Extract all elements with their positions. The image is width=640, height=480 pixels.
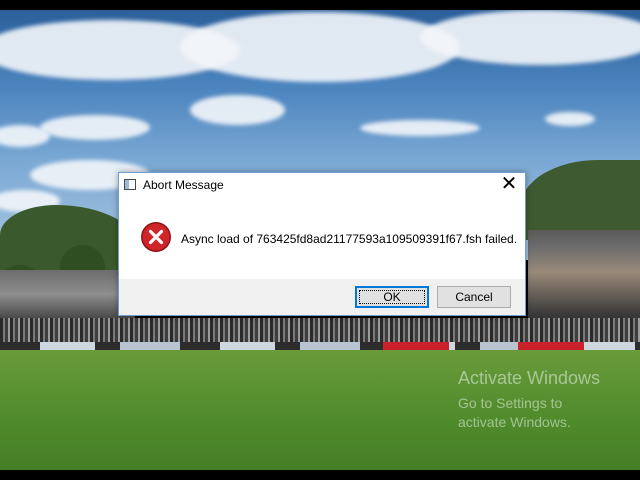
- ok-button-label: OK: [383, 290, 401, 304]
- watermark-line2: activate Windows.: [458, 414, 571, 430]
- watermark-line1: Go to Settings to: [458, 395, 563, 411]
- ad-board-red: [518, 342, 584, 350]
- close-button[interactable]: ✕: [493, 173, 525, 197]
- cloud: [545, 112, 595, 126]
- crowd: [0, 318, 640, 342]
- dialog-title: Abort Message: [143, 178, 224, 192]
- cloud: [190, 95, 285, 125]
- activate-windows-watermark: Activate Windows Go to Settings to activ…: [458, 368, 600, 432]
- cloud: [0, 125, 50, 147]
- window-app-icon: [124, 179, 136, 190]
- cloud: [40, 115, 150, 140]
- abort-message-dialog: Abort Message ✕ Async load of 763425fd8a…: [118, 172, 526, 316]
- dialog-titlebar[interactable]: Abort Message ✕: [119, 173, 525, 197]
- ok-button[interactable]: OK: [355, 286, 429, 308]
- watermark-title: Activate Windows: [458, 368, 601, 388]
- error-icon: [141, 222, 171, 252]
- dialog-content: Async load of 763425fd8ad21177593a109509…: [119, 197, 525, 279]
- cloud: [180, 12, 460, 82]
- error-message: Async load of 763425fd8ad21177593a109509…: [181, 232, 518, 246]
- cloud: [360, 120, 480, 136]
- cancel-button[interactable]: Cancel: [437, 286, 511, 308]
- dialog-button-area: OK Cancel: [119, 279, 525, 315]
- ad-board-red: [383, 342, 449, 350]
